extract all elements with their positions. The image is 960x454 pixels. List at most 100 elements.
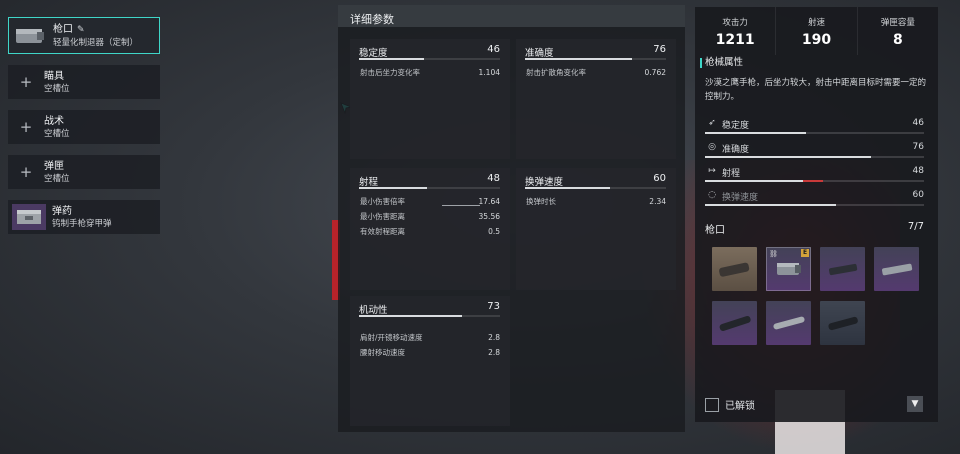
stat-label: 射速 — [807, 18, 825, 28]
attachment-slot-list: 枪口 ✎ 轻量化制退器（定制） + 瞄具 空槽位 + 战术 空槽位 + 弹匣 空槽… — [8, 17, 160, 245]
barrel-extension-icon — [773, 316, 805, 330]
attr-bar — [705, 204, 837, 206]
param-row: 腰射移动速度 2.8 — [350, 345, 510, 360]
attr-label: 射程 — [722, 169, 741, 179]
muzzle-item-tile[interactable] — [874, 247, 919, 291]
slot-sight[interactable]: + 瞄具 空槽位 — [8, 65, 160, 99]
param-row: 有效射程距离 0.5 — [350, 224, 510, 239]
card-value: 76 — [653, 44, 666, 55]
unlocked-label: 已解锁 — [725, 401, 755, 412]
ammo-box-icon — [12, 204, 46, 230]
param-row: 最小伤害倍率 17.64 — [350, 194, 510, 209]
card-reload-speed: 换弹速度 60 换弹时长 2.34 — [516, 168, 676, 290]
filter-icon[interactable]: ▼ — [907, 396, 923, 412]
param-row: 射击扩散角变化率 0.762 — [516, 65, 676, 80]
slot-tactical-title: 战术 — [44, 115, 64, 127]
attr-value: 46 — [912, 118, 924, 128]
param-label: 最小伤害距离 — [360, 212, 405, 221]
param-label: 换弹时长 — [526, 197, 556, 206]
muzzle-count: 7/7 — [907, 221, 924, 232]
attr-bar — [705, 156, 872, 158]
slot-muzzle-title: 枪口 — [53, 23, 73, 35]
slot-tactical[interactable]: + 战术 空槽位 — [8, 110, 160, 144]
section-title: 枪械属性 — [695, 55, 938, 71]
param-underline — [442, 205, 480, 206]
plus-icon: + — [19, 73, 33, 91]
muzzle-item-tile[interactable] — [766, 301, 811, 345]
param-value: 2.8 — [488, 348, 500, 357]
attr-reload-speed: ◌ 换弹速度 60 — [695, 186, 938, 210]
suppressor-icon — [719, 262, 750, 277]
slot-magazine-title: 弹匣 — [44, 160, 64, 172]
param-label: 肩射/开镜移动速度 — [360, 333, 423, 342]
panel-title: 详细参数 — [338, 5, 685, 27]
muzzle-list-title: 枪口 — [705, 225, 725, 236]
plus-icon: + — [19, 118, 33, 136]
stat-value: 8 — [892, 32, 903, 48]
stat-bar — [525, 187, 610, 189]
muzzle-list-header: 枪口 7/7 — [695, 221, 938, 237]
compensator-icon — [829, 263, 858, 276]
unlocked-filter[interactable]: 已解锁 — [705, 397, 755, 412]
muzzle-brake-icon — [777, 263, 801, 275]
param-row: 射击后坐力变化率 1.104 — [350, 65, 510, 80]
card-stability: 稳定度 46 射击后坐力变化率 1.104 — [350, 39, 510, 159]
param-value: 35.56 — [478, 212, 500, 221]
param-value: 1.104 — [478, 68, 500, 77]
attr-label: 稳定度 — [722, 121, 750, 131]
recoil-icon: ➶ — [708, 118, 716, 128]
param-label: 射击扩散角变化率 — [526, 68, 586, 77]
param-label: 最小伤害倍率 — [360, 197, 405, 206]
stat-magazine-capacity: 弹匣容量 8 — [858, 7, 938, 55]
card-mobility: 机动性 73 肩射/开镜移动速度 2.8 腰射移动速度 2.8 — [350, 296, 510, 426]
weapon-description: 沙漠之鹰手枪，后坐力较大，射击中距离目标时需要一定的控制力。 — [705, 78, 927, 102]
plus-icon: + — [19, 163, 33, 181]
stat-value: 190 — [801, 32, 832, 48]
muzzle-item-tile[interactable] — [820, 301, 865, 345]
slot-magazine-subtitle: 空槽位 — [44, 173, 70, 184]
muzzle-item-tile[interactable] — [712, 247, 757, 291]
unlocked-checkbox[interactable] — [705, 397, 719, 412]
attr-bar-modifier — [803, 180, 823, 182]
slot-sight-title: 瞄具 — [44, 70, 64, 82]
attr-range: ↦ 射程 48 — [695, 162, 938, 186]
stat-bar — [359, 187, 427, 189]
range-arrow-icon: ↦ — [708, 166, 716, 176]
weapon-summary-panel: 攻击力 1211 射速 190 弹匣容量 8 枪械属性 沙漠之鹰手枪，后坐力较大… — [695, 7, 938, 422]
card-range: 射程 48 最小伤害倍率 17.64 最小伤害距离 35.56 有效射程距离 0.5 — [350, 168, 510, 290]
equipped-badge: E — [801, 249, 809, 257]
muzzle-item-tile[interactable] — [712, 301, 757, 345]
param-label: 腰射移动速度 — [360, 348, 405, 357]
long-suppressor-icon — [719, 315, 751, 331]
stat-label: 弹匣容量 — [880, 18, 915, 28]
attr-bar — [705, 132, 806, 134]
reload-icon: ◌ — [708, 190, 716, 200]
attr-label: 准确度 — [722, 145, 750, 155]
attribute-list: ➶ 稳定度 46 ◎ 准确度 76 ↦ 射程 48 ◌ 换弹速度 60 — [695, 114, 938, 210]
stat-value: 1211 — [715, 32, 755, 48]
edit-icon[interactable]: ✎ — [77, 25, 85, 35]
slot-ammo[interactable]: 弹药 钨制手枪穿甲弹 — [8, 200, 160, 234]
stat-attack: 攻击力 1211 — [695, 7, 777, 55]
slot-sight-subtitle: 空槽位 — [44, 83, 70, 94]
param-value: 0.5 — [488, 227, 500, 236]
attr-value: 60 — [912, 190, 924, 200]
flash-hider-icon — [882, 263, 913, 276]
stat-label: 攻击力 — [722, 18, 748, 28]
card-value: 48 — [487, 173, 500, 184]
param-row: 换弹时长 2.34 — [516, 194, 676, 209]
slot-muzzle[interactable]: 枪口 ✎ 轻量化制退器（定制） — [8, 17, 160, 54]
slot-magazine[interactable]: + 弹匣 空槽位 — [8, 155, 160, 189]
stat-bar — [359, 315, 462, 317]
slot-tactical-subtitle: 空槽位 — [44, 128, 70, 139]
muzzle-item-tile[interactable] — [820, 247, 865, 291]
attr-value: 76 — [912, 142, 924, 152]
muzzle-brake-icon — [16, 28, 44, 43]
muzzle-item-tile-equipped[interactable]: ⛓ E — [766, 247, 811, 291]
param-value: 17.64 — [478, 197, 500, 206]
attr-label: 换弹速度 — [722, 193, 759, 203]
stat-bar — [359, 58, 424, 60]
param-label: 射击后坐力变化率 — [360, 68, 420, 77]
attr-value: 48 — [912, 166, 924, 176]
slot-ammo-title: 弹药 — [52, 205, 72, 217]
